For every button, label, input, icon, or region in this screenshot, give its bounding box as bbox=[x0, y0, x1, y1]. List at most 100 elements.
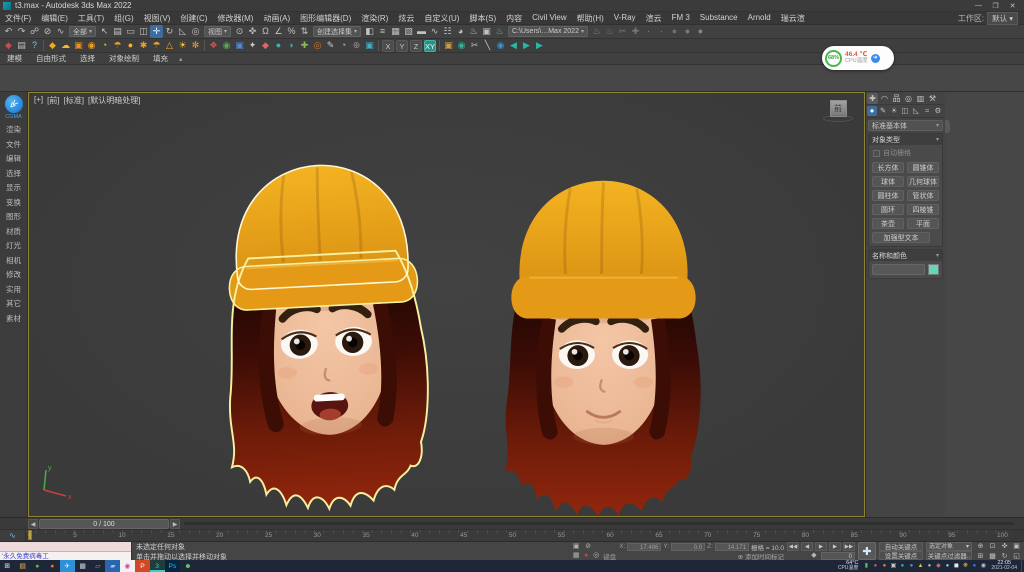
ribbon-tab[interactable]: 选择 bbox=[73, 53, 102, 64]
plugin-teal-half-icon[interactable]: ◗ bbox=[285, 39, 298, 52]
set-key-button[interactable]: 设置关键点 bbox=[879, 551, 923, 560]
placement-icon[interactable]: ◎ bbox=[189, 25, 202, 38]
zoom-icon[interactable]: ⊕ bbox=[975, 542, 986, 551]
primitive-button[interactable]: 长方体 bbox=[872, 162, 904, 173]
mirror-icon[interactable]: ◧ bbox=[363, 25, 376, 38]
tray-icon-gray[interactable]: ● bbox=[925, 560, 933, 572]
primitive-button[interactable]: 圆柱体 bbox=[872, 190, 904, 201]
plugin-pen-icon[interactable]: ✎ bbox=[324, 39, 337, 52]
select-move-icon[interactable]: ✛ bbox=[150, 25, 163, 38]
plugin-plus-icon[interactable]: ✚ bbox=[298, 39, 311, 52]
plugin-umbrella2-icon[interactable]: ☂ bbox=[150, 39, 163, 52]
shapes-sub[interactable]: ✎ bbox=[878, 106, 888, 116]
selection-filter-dropdown[interactable]: 全部▾ bbox=[69, 26, 96, 37]
primitive-button[interactable]: 几何球体 bbox=[907, 176, 939, 187]
taskbar-start-button[interactable]: ⊞ bbox=[0, 560, 15, 572]
pan-icon[interactable]: ✜ bbox=[999, 542, 1010, 551]
plugin-help-icon[interactable]: ? bbox=[28, 39, 41, 52]
minimize-button[interactable]: — bbox=[970, 2, 987, 10]
x-coordinate-field[interactable]: 17.486 bbox=[627, 543, 661, 551]
plugin-teal-dot-icon[interactable]: ◉ bbox=[455, 39, 468, 52]
object-name-input[interactable] bbox=[872, 264, 925, 275]
primitive-button[interactable]: 茶壶 bbox=[872, 218, 904, 229]
tray-icon-sun[interactable]: ❋ bbox=[961, 560, 969, 572]
prev-frame-button[interactable]: ◀ bbox=[801, 542, 813, 551]
current-frame-field[interactable]: 0 bbox=[821, 552, 855, 560]
plugin-cloud-icon[interactable]: ☁ bbox=[59, 39, 72, 52]
viewport-label-menu[interactable]: [前] bbox=[47, 95, 59, 106]
render-iterative-icon[interactable]: ♨ bbox=[603, 25, 616, 38]
primitive-button[interactable]: 四棱锥 bbox=[907, 204, 939, 215]
plugin-teal-ball-icon[interactable]: ● bbox=[272, 39, 285, 52]
plugin-refresh-icon[interactable]: ◆ bbox=[2, 39, 15, 52]
ribbon-tab[interactable]: 自由形式 bbox=[29, 53, 73, 64]
taskbar-telegram-icon[interactable]: ✈ bbox=[60, 560, 75, 572]
redo-icon[interactable]: ↷ bbox=[15, 25, 28, 38]
plugin-sun-icon[interactable]: ☀ bbox=[176, 39, 189, 52]
time-slider[interactable]: 0 / 100 bbox=[39, 519, 169, 529]
select-manipulate-icon[interactable]: ✜ bbox=[246, 25, 259, 38]
plugin-pie-icon[interactable]: ◔ bbox=[337, 39, 350, 52]
tray-icon-warn[interactable]: ▲ bbox=[916, 560, 924, 572]
primitive-category-dropdown[interactable]: 标准基本体▾ bbox=[868, 120, 943, 131]
render-setup-icon[interactable]: ♨ bbox=[467, 25, 480, 38]
tray-icon-monitor[interactable]: ▣ bbox=[889, 560, 897, 572]
plugin-drop-icon[interactable]: ◆ bbox=[259, 39, 272, 52]
dock-item[interactable]: 显示 bbox=[6, 181, 21, 196]
menu-item[interactable]: 工具(T) bbox=[73, 13, 109, 24]
sphere-gray-1[interactable]: ● bbox=[668, 25, 681, 38]
primitive-button[interactable]: 圆环 bbox=[872, 204, 904, 215]
helpers-sub[interactable]: ◺ bbox=[911, 106, 921, 116]
plugin-ball-icon[interactable]: ● bbox=[124, 39, 137, 52]
menu-item[interactable]: 视图(V) bbox=[139, 13, 176, 24]
ribbon-collapse-icon[interactable]: ▴ bbox=[179, 55, 183, 63]
textplus-button[interactable]: 加强型文本 bbox=[872, 232, 930, 243]
ribbon-tab[interactable]: 对象绘制 bbox=[102, 53, 146, 64]
dock-item[interactable]: 其它 bbox=[6, 297, 21, 312]
tray-icon-net[interactable]: ◉ bbox=[979, 560, 987, 572]
viewport-canvas[interactable]: x y bbox=[28, 92, 865, 517]
plugin-prev-arrow-icon[interactable]: ◀ bbox=[507, 39, 520, 52]
listener-macro-row[interactable] bbox=[0, 542, 131, 552]
align-icon[interactable]: ≡ bbox=[376, 25, 389, 38]
plugin-slash-icon[interactable]: ╲ bbox=[481, 39, 494, 52]
maximize-button[interactable]: ❐ bbox=[987, 2, 1004, 10]
rendered-frame-icon[interactable]: ▣ bbox=[480, 25, 493, 38]
plugin-target-icon[interactable]: ⊕ bbox=[350, 39, 363, 52]
dock-item[interactable]: 编辑 bbox=[6, 152, 21, 167]
reference-coordinate-dropdown[interactable]: 视图▾ bbox=[204, 26, 231, 37]
axis-z-button[interactable]: Z bbox=[410, 40, 422, 52]
tray-icon-battery[interactable]: ▮ bbox=[862, 560, 870, 572]
add-time-tag-button[interactable]: ⊕ 添加时间标记 bbox=[738, 551, 784, 561]
select-by-name-icon[interactable]: ▤ bbox=[111, 25, 124, 38]
primitive-button[interactable]: 管状体 bbox=[907, 190, 939, 201]
bind-to-spacewarp-icon[interactable]: ∿ bbox=[54, 25, 67, 38]
taskbar-calculator-icon[interactable]: ▦ bbox=[75, 560, 90, 572]
name-color-rollout-header[interactable]: 名称和颜色▾ bbox=[869, 250, 942, 261]
menu-item[interactable]: V-Ray bbox=[609, 13, 641, 24]
plugin-gear-icon[interactable]: ✱ bbox=[137, 39, 150, 52]
track-bar-ruler[interactable]: 0510152025303540455055606570758085909510… bbox=[26, 530, 1010, 541]
dock-item[interactable]: 修改 bbox=[6, 268, 21, 283]
viewport[interactable]: [+][前][标准][默认明暗处理] 前 bbox=[28, 92, 865, 517]
lighting-toggle-icon[interactable]: ✂ bbox=[616, 25, 629, 38]
isolate-toggle-icon[interactable]: ▣ bbox=[571, 542, 581, 551]
menu-item[interactable]: 编辑(E) bbox=[36, 13, 73, 24]
plugin-clip-icon[interactable]: ◔ bbox=[98, 39, 111, 52]
tray-icon-skype[interactable]: ● bbox=[943, 560, 951, 572]
plugin-case-icon[interactable]: ◉ bbox=[85, 39, 98, 52]
dock-item[interactable]: 选择 bbox=[6, 167, 21, 182]
close-button[interactable]: ✕ bbox=[1004, 2, 1021, 10]
render-preset-icon[interactable]: ♨ bbox=[590, 25, 603, 38]
viewcube[interactable]: 前 bbox=[821, 100, 855, 130]
taskbar-wechat-icon[interactable]: ☻ bbox=[180, 560, 195, 572]
keyboard-override-icon[interactable]: ▦ bbox=[571, 551, 581, 560]
rotate-icon[interactable]: ↻ bbox=[163, 25, 176, 38]
ribbon-toggle-icon[interactable]: ▬ bbox=[415, 25, 428, 38]
ribbon-tab[interactable]: 建模 bbox=[0, 53, 29, 64]
schematic-view-icon[interactable]: ☷ bbox=[441, 25, 454, 38]
dock-handle[interactable] bbox=[945, 120, 950, 133]
viewport-label-menu[interactable]: [标准] bbox=[64, 95, 84, 106]
primitive-button[interactable]: 平面 bbox=[907, 218, 939, 229]
menu-item[interactable]: 组(G) bbox=[109, 13, 139, 24]
